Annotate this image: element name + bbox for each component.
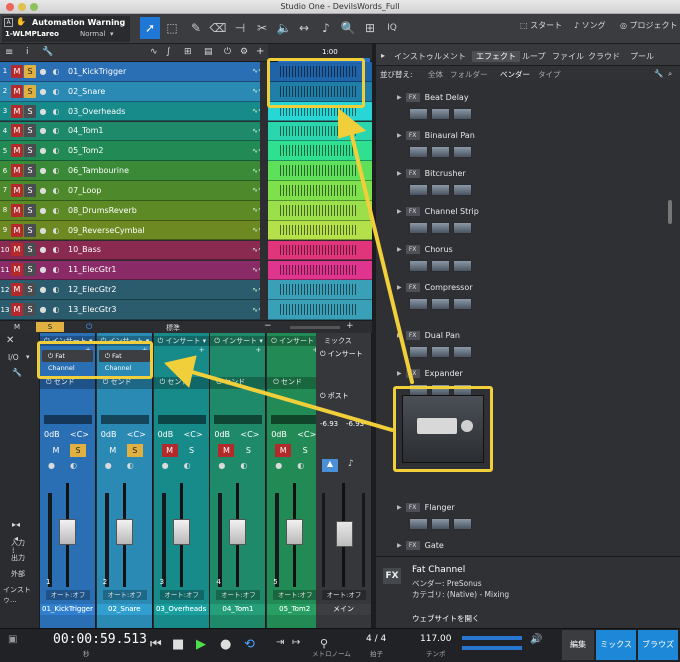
arrow-to-inserts [190,370,394,432]
arrowhead-waveforms [338,107,367,139]
arrow-to-waveforms [348,126,414,384]
annotation-arrows [164,107,414,432]
arrowhead-inserts [164,355,197,388]
